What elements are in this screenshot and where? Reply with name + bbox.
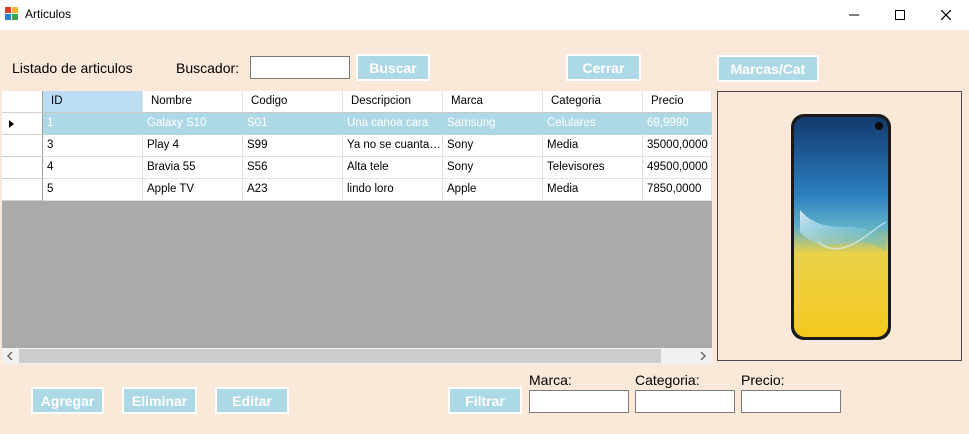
table-row[interactable]: 4 Bravia 55 S56 Alta tele Sony Televisores 495… (2, 157, 712, 179)
table-cell[interactable]: 3 (43, 135, 143, 157)
table-cell[interactable]: Televisores (543, 157, 643, 179)
minimize-button[interactable] (831, 0, 877, 30)
row-header[interactable] (2, 157, 43, 179)
minimize-icon (849, 14, 859, 16)
current-row-arrow-icon (9, 120, 14, 128)
column-header[interactable]: Descripcion (343, 91, 443, 113)
column-header[interactable]: ID (43, 91, 143, 113)
category-filter-input[interactable] (635, 390, 735, 413)
brand-label: Marca: (529, 372, 572, 388)
maximize-icon (895, 10, 905, 20)
article-image-box (717, 91, 962, 361)
scroll-left-arrow-icon[interactable] (6, 352, 14, 360)
scrollbar-thumb[interactable] (19, 349, 661, 363)
table-cell[interactable]: Bravia 55 (143, 157, 243, 179)
grid-body: ID Nombre Codigo Descripcion Marca Categoria P… (2, 91, 712, 348)
price-filter-input[interactable] (741, 390, 841, 413)
table-row[interactable]: 3 Play 4 S99 Ya no se cuantas... Sony Media 35… (2, 135, 712, 157)
window-title: Articulos (25, 7, 72, 21)
grid-header-row[interactable]: ID Nombre Codigo Descripcion Marca Categoria P… (2, 91, 712, 113)
app-window-icon (5, 7, 19, 21)
table-cell[interactable]: S99 (243, 135, 343, 157)
table-cell[interactable]: Samsung (443, 113, 543, 135)
table-cell[interactable]: 35000,0000 (643, 135, 712, 157)
price-label: Precio: (741, 372, 785, 388)
column-header[interactable]: Marca (443, 91, 543, 113)
table-cell[interactable]: A23 (243, 179, 343, 201)
table-cell[interactable]: 4 (43, 157, 143, 179)
list-title: Listado de articulos (12, 60, 133, 76)
column-header[interactable]: Precio (643, 91, 712, 113)
brands-categories-button[interactable]: Marcas/Cat (717, 55, 819, 82)
close-icon (941, 10, 951, 20)
table-cell[interactable]: S56 (243, 157, 343, 179)
search-label: Buscador: (176, 60, 240, 76)
row-header[interactable] (2, 179, 43, 201)
column-header[interactable]: Nombre (143, 91, 243, 113)
table-cell[interactable]: Ya no se cuantas... (343, 135, 443, 157)
table-row[interactable]: 1 Galaxy S10 S01 Una canoa cara Samsung Celul… (2, 113, 712, 135)
category-label: Categoria: (635, 372, 700, 388)
table-cell[interactable]: Apple (443, 179, 543, 201)
table-cell[interactable]: lindo loro (343, 179, 443, 201)
table-cell[interactable]: Una canoa cara (343, 113, 443, 135)
table-cell[interactable]: Celulares (543, 113, 643, 135)
table-cell[interactable]: Galaxy S10 (143, 113, 243, 135)
table-cell[interactable]: 1 (43, 113, 143, 135)
smartphone-image (791, 114, 891, 340)
scroll-right-arrow-icon[interactable] (699, 352, 707, 360)
table-cell[interactable]: Play 4 (143, 135, 243, 157)
filter-button[interactable]: Filtrar (448, 387, 522, 414)
table-cell[interactable]: Alta tele (343, 157, 443, 179)
table-cell[interactable]: Apple TV (143, 179, 243, 201)
delete-button[interactable]: Eliminar (122, 387, 197, 414)
table-cell[interactable]: S01 (243, 113, 343, 135)
horizontal-scrollbar[interactable] (2, 348, 712, 364)
row-header[interactable] (2, 135, 43, 157)
title-bar: Articulos (0, 0, 969, 30)
maximize-button[interactable] (877, 0, 923, 30)
column-header[interactable]: Codigo (243, 91, 343, 113)
table-cell[interactable]: Sony (443, 135, 543, 157)
table-cell[interactable]: Media (543, 135, 643, 157)
search-input[interactable] (250, 56, 350, 79)
close-button[interactable]: Cerrar (566, 54, 641, 81)
add-button[interactable]: Agregar (31, 387, 104, 414)
table-cell[interactable]: Sony (443, 157, 543, 179)
table-row[interactable]: 5 Apple TV A23 lindo loro Apple Media 7850,000… (2, 179, 712, 201)
column-header[interactable]: Categoria (543, 91, 643, 113)
close-window-button[interactable] (923, 0, 969, 30)
articles-grid[interactable]: ID Nombre Codigo Descripcion Marca Categoria P… (2, 91, 712, 364)
table-cell[interactable]: 49500,0000 (643, 157, 712, 179)
edit-button[interactable]: Editar (215, 387, 289, 414)
row-header[interactable] (2, 91, 43, 113)
table-cell[interactable]: 7850,0000 (643, 179, 712, 201)
table-cell[interactable]: Media (543, 179, 643, 201)
table-cell[interactable]: 69,9990 (643, 113, 712, 135)
table-cell[interactable]: 5 (43, 179, 143, 201)
search-button[interactable]: Buscar (356, 54, 430, 81)
row-header[interactable] (2, 113, 43, 135)
brand-filter-input[interactable] (529, 390, 629, 413)
